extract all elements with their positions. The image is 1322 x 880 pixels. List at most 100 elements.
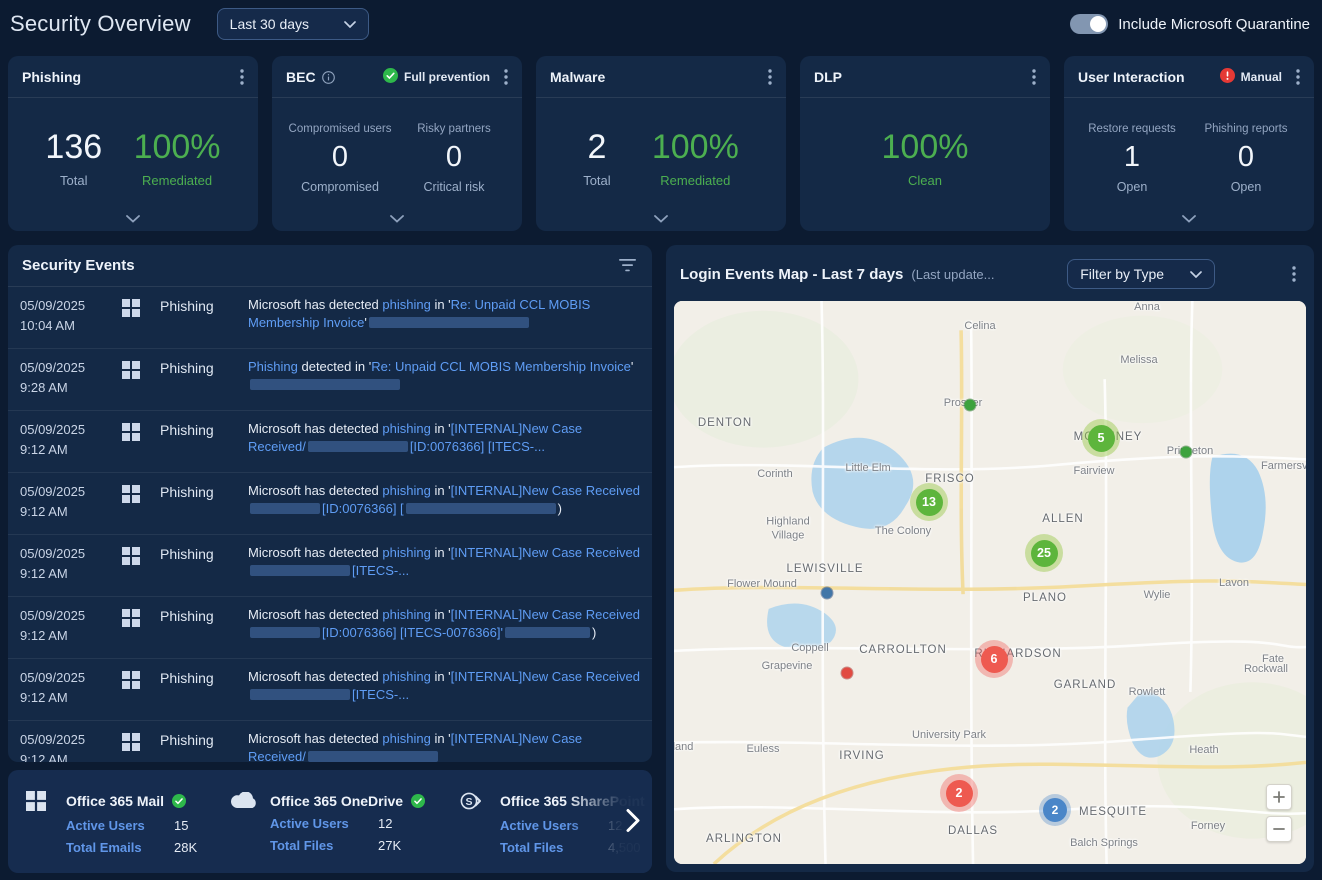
event-link[interactable]: phishing [382, 297, 430, 312]
filter-icon[interactable] [617, 257, 638, 274]
plus-icon [1273, 791, 1285, 803]
stat-value: 136 [45, 129, 102, 166]
event-text: ) [592, 625, 596, 640]
security-event-row[interactable]: 05/09/2025 9:12 AM Phishing Microsoft ha… [8, 535, 652, 597]
date-range-select[interactable]: Last 30 days [217, 8, 369, 40]
malware-card: Malware 2 Total 100% Remediated [536, 56, 786, 231]
map-dot-green[interactable] [1181, 447, 1192, 458]
event-link[interactable]: phishing [382, 607, 430, 622]
event-link[interactable]: phishing [382, 731, 430, 746]
svg-text:S: S [465, 796, 472, 808]
dlp-card-header: DLP [800, 56, 1050, 98]
map-dot-red[interactable] [842, 668, 853, 679]
malware-card-header: Malware [536, 56, 786, 98]
map-cluster-blue[interactable]: 2 [1039, 794, 1071, 826]
event-type: Phishing [160, 668, 248, 712]
event-time: 9:12 AM [20, 626, 116, 646]
map[interactable]: AnnaCelinaMelissaProsperDENTONMCKINNEYPr… [674, 301, 1306, 864]
security-events-list: 05/09/2025 10:04 AM Phishing Microsoft h… [8, 287, 652, 762]
bec-card-header: BEC Full prevention [272, 56, 522, 98]
service-metric-label: Active Users [270, 816, 378, 831]
event-link[interactable]: Phishing [248, 359, 298, 374]
map-cluster-green[interactable]: 25 [1025, 534, 1063, 572]
filter-by-type-select[interactable]: Filter by Type [1067, 259, 1215, 289]
cluster-count: 2 [946, 780, 973, 807]
expand-chevron-icon[interactable] [1172, 209, 1206, 228]
event-link[interactable]: phishing [382, 483, 430, 498]
security-event-row[interactable]: 05/09/2025 9:12 AM Phishing Microsoft ha… [8, 721, 652, 762]
event-link[interactable]: [ID:0076366] [ [322, 501, 404, 516]
zoom-out-button[interactable] [1266, 816, 1292, 842]
kebab-menu-icon[interactable] [1288, 264, 1300, 284]
event-text: ' [364, 315, 366, 330]
stat-label: Remediated [134, 173, 221, 188]
stat-value: 0 [402, 142, 506, 174]
expand-chevron-icon[interactable] [644, 209, 678, 228]
security-event-row[interactable]: 05/09/2025 9:12 AM Phishing Microsoft ha… [8, 473, 652, 535]
service-metric-value: 4,500 [608, 840, 641, 855]
event-text: Microsoft has detected [248, 545, 382, 560]
stat-label: Open [1080, 180, 1184, 194]
manual-status-chip: Manual [1220, 68, 1282, 86]
event-date: 05/09/2025 [20, 482, 116, 502]
event-type: Phishing [160, 730, 248, 762]
event-text: Microsoft has detected [248, 483, 382, 498]
event-link[interactable]: [ID:0076366] [ITECS-... [410, 439, 545, 454]
main-content: Security Events 05/09/2025 10:04 AM Phis… [8, 245, 1314, 873]
kebab-menu-icon[interactable] [236, 67, 248, 87]
event-link[interactable]: [INTERNAL]New Case Received [451, 607, 640, 622]
event-link[interactable]: [INTERNAL]New Case Received [451, 545, 640, 560]
kebab-menu-icon[interactable] [764, 67, 776, 87]
event-link[interactable]: phishing [382, 545, 430, 560]
event-link[interactable]: [INTERNAL]New Case Received [451, 483, 640, 498]
map-dot-green[interactable] [965, 400, 976, 411]
bec-compromised-users-stat: Compromised users 0 Compromised [288, 123, 392, 194]
service-item: Office 365 MailActive Users15Total Email… [26, 789, 230, 855]
security-event-row[interactable]: 05/09/2025 9:12 AM Phishing Microsoft ha… [8, 659, 652, 721]
event-text: in ' [431, 669, 451, 684]
chevron-right-icon [626, 808, 640, 832]
security-event-row[interactable]: 05/09/2025 9:12 AM Phishing Microsoft ha… [8, 411, 652, 473]
malware-total-stat: 2 Total [583, 129, 610, 187]
kebab-menu-icon[interactable] [500, 67, 512, 87]
event-link[interactable]: [ITECS-... [352, 687, 409, 702]
map-cluster-green[interactable]: 13 [910, 483, 948, 521]
security-event-row[interactable]: 05/09/2025 9:28 AM Phishing Phishing det… [8, 349, 652, 411]
event-date: 05/09/2025 [20, 296, 116, 316]
event-text: Microsoft has detected [248, 297, 382, 312]
security-event-row[interactable]: 05/09/2025 9:12 AM Phishing Microsoft ha… [8, 597, 652, 659]
expand-chevron-icon[interactable] [116, 209, 150, 228]
info-icon[interactable] [322, 71, 335, 84]
event-link[interactable]: [INTERNAL]New Case Received [451, 669, 640, 684]
event-type: Phishing [160, 358, 248, 402]
event-text: in ' [431, 731, 451, 746]
map-cluster-red[interactable]: 6 [975, 640, 1013, 678]
security-events-header: Security Events [8, 245, 652, 287]
next-services-button[interactable] [620, 802, 646, 841]
event-link[interactable]: phishing [382, 421, 430, 436]
expand-chevron-icon[interactable] [380, 209, 414, 228]
event-link[interactable]: Re: Unpaid CCL MOBIS Membership Invoice [371, 359, 631, 374]
security-event-row[interactable]: 05/09/2025 10:04 AM Phishing Microsoft h… [8, 287, 652, 349]
map-dot-blue[interactable] [822, 588, 833, 599]
bec-status-chip: Full prevention [383, 68, 490, 86]
service-metric-row: Total Emails28K [26, 840, 230, 855]
service-header: Office 365 OneDrive [230, 792, 460, 809]
event-link[interactable]: phishing [382, 669, 430, 684]
cluster-count: 5 [1088, 425, 1115, 452]
kebab-menu-icon[interactable] [1292, 67, 1304, 87]
zoom-in-button[interactable] [1266, 784, 1292, 810]
kebab-menu-icon[interactable] [1028, 67, 1040, 87]
service-metric-value: 28K [174, 840, 197, 855]
event-text: Microsoft has detected [248, 421, 382, 436]
chevron-down-icon [344, 21, 356, 28]
microsoft-icon [116, 668, 160, 712]
stat-header: Compromised users [288, 123, 392, 135]
map-cluster-red[interactable]: 2 [940, 774, 978, 812]
quarantine-toggle[interactable] [1070, 14, 1108, 34]
event-link[interactable]: [ID:0076366] [ITECS-0076366]' [322, 625, 503, 640]
stat-label: Compromised [288, 180, 392, 194]
event-link[interactable]: [ITECS-... [352, 563, 409, 578]
minus-icon [1273, 823, 1285, 835]
map-cluster-green[interactable]: 5 [1082, 419, 1120, 457]
